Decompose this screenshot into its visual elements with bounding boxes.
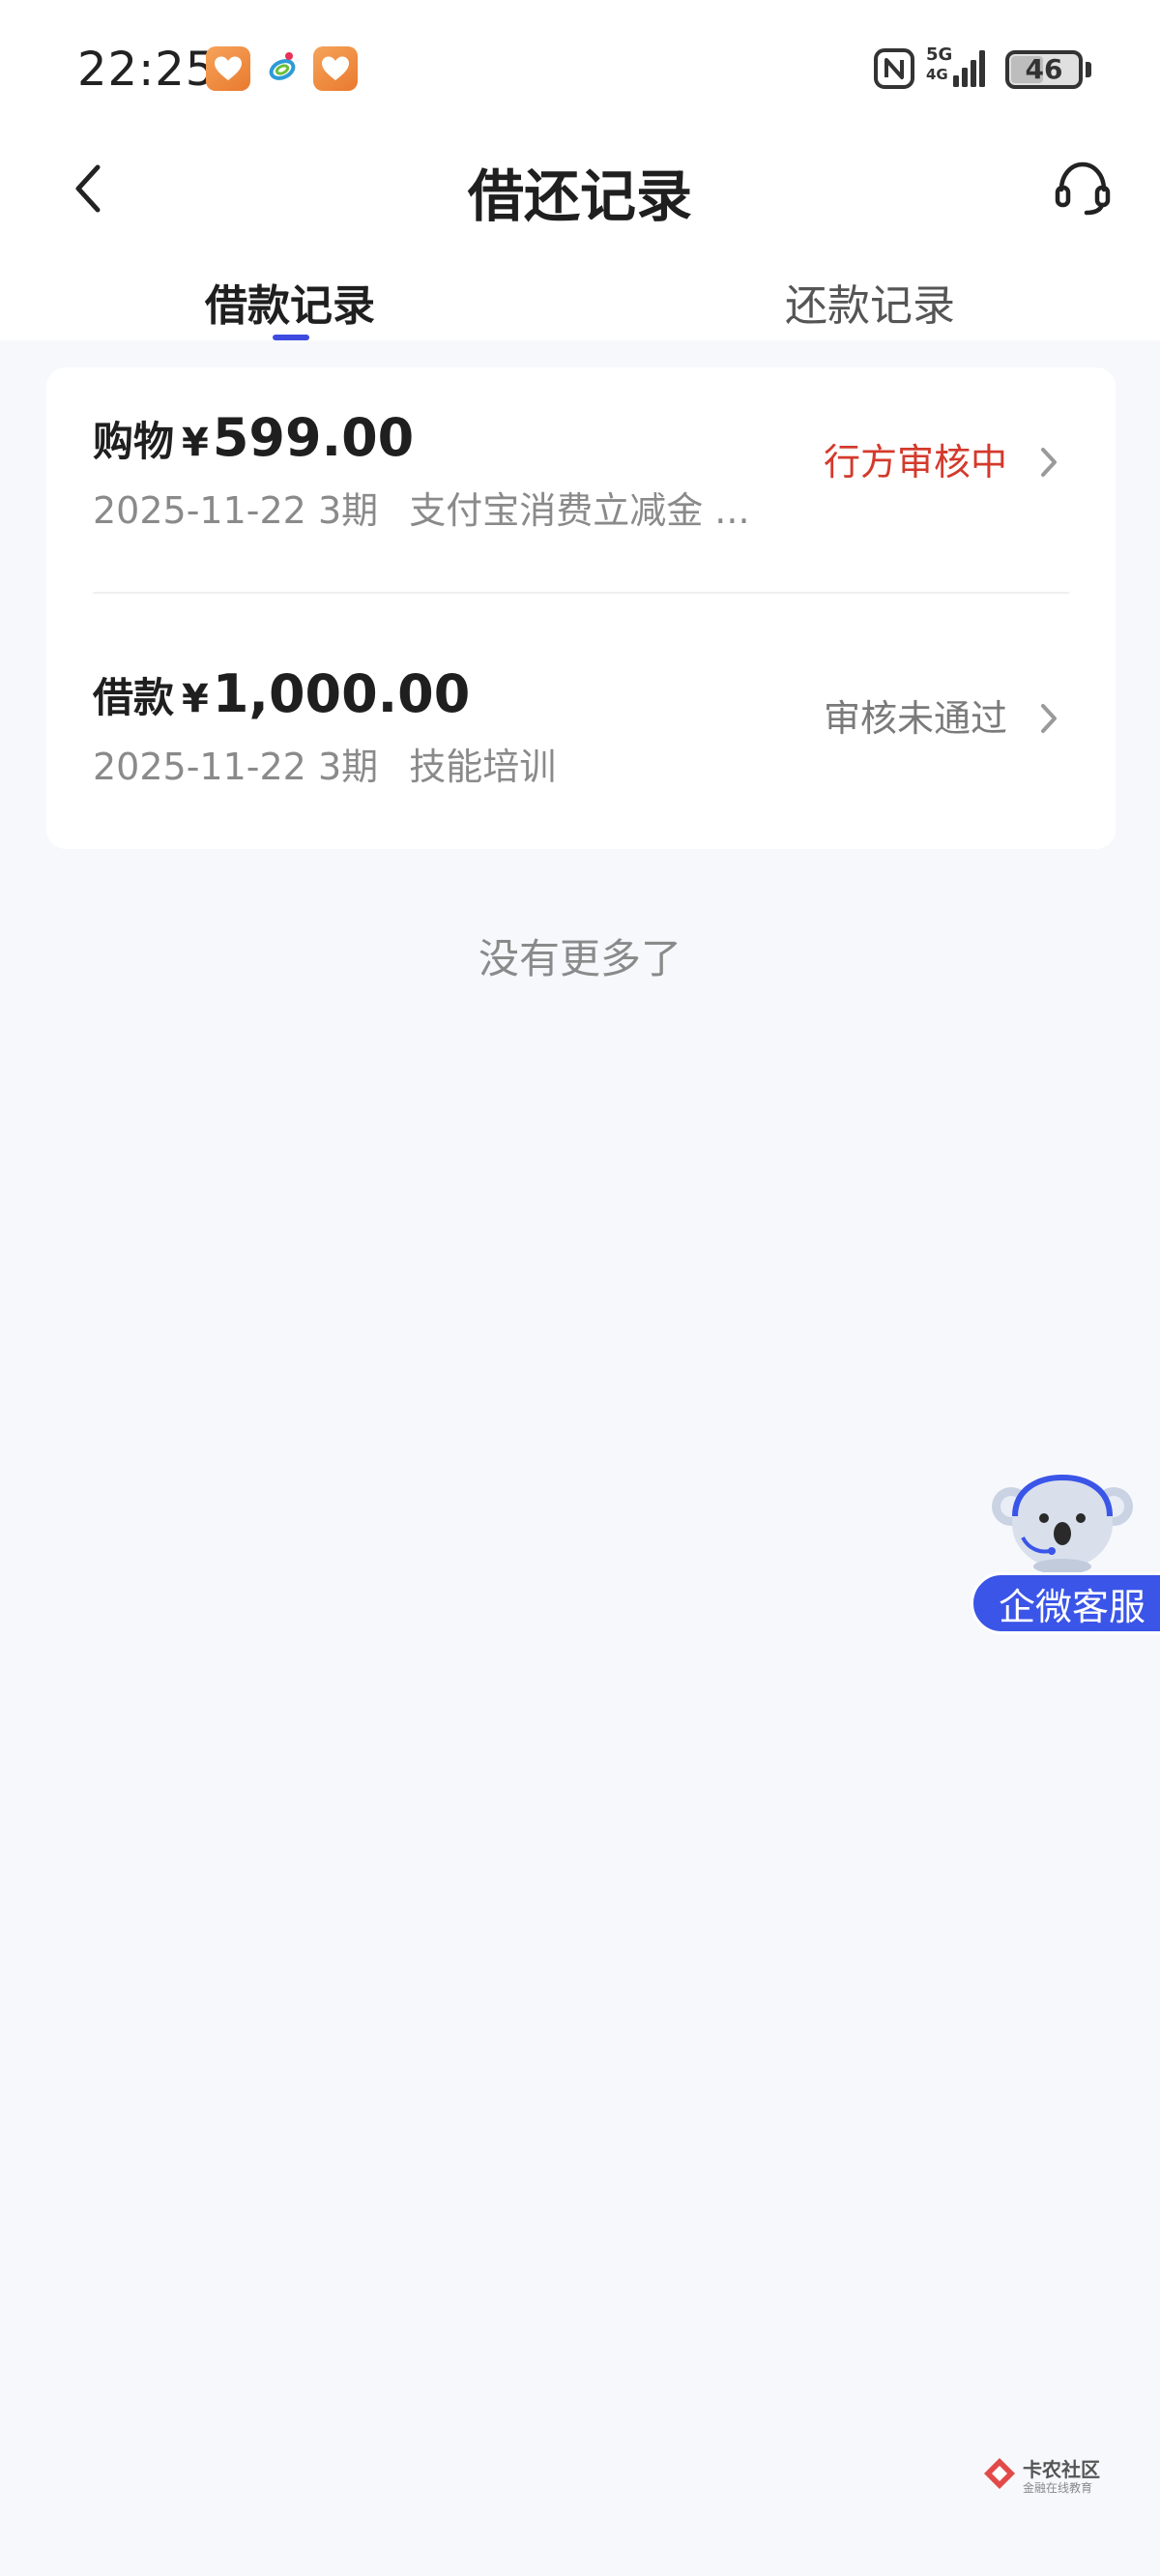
record-amount: 599.00: [212, 407, 415, 468]
battery-indicator: 46: [1005, 50, 1083, 89]
nfc-icon: [874, 48, 914, 93]
watermark: 卡农社区 金融在线教育: [982, 2452, 1127, 2501]
top-area: 22:25 5G 4G 46 借还记录 借款记录 还款记录: [0, 0, 1160, 340]
watermark-title: 卡农社区: [1023, 2458, 1100, 2481]
heart-app-icon: [313, 46, 358, 91]
record-title: 购物 ¥599.00: [93, 406, 414, 475]
list-end-text: 没有更多了: [478, 935, 682, 982]
network-type-label: 5G: [926, 44, 953, 65]
chevron-right-icon: [1038, 701, 1059, 740]
record-description: 技能培训: [409, 746, 557, 788]
wecom-service-label: 企微客服: [971, 1572, 1160, 1634]
status-bar: 22:25 5G 4G 46: [0, 37, 1160, 101]
record-periods: 3期: [317, 489, 379, 532]
record-currency: ¥: [182, 421, 209, 465]
tab-borrow-records[interactable]: 借款记录: [193, 271, 387, 333]
network-sub-label: 4G: [926, 66, 948, 83]
headset-icon: [1055, 161, 1111, 216]
active-tab-indicator: [273, 335, 309, 340]
record-type: 购物: [93, 418, 175, 465]
tab-repay-records[interactable]: 还款记录: [773, 271, 967, 333]
record-meta: 2025-11-22 3期 技能培训: [93, 742, 556, 792]
battery-level-text: 46: [1025, 53, 1063, 85]
record-meta: 2025-11-22 3期 支付宝消费立减金 ...: [93, 485, 750, 536]
record-date: 2025-11-22: [93, 746, 306, 788]
record-description: 支付宝消费立减金 ...: [409, 489, 750, 532]
record-divider: [93, 592, 1069, 594]
record-item[interactable]: 借款 ¥1,000.00 2025-11-22 3期 技能培训 审核未通过: [46, 662, 1116, 856]
record-type: 借款: [93, 674, 175, 721]
heart-app-icon: [206, 46, 250, 91]
wecom-service-button[interactable]: 企微客服: [971, 1470, 1160, 1636]
watermark-subtitle: 金融在线教育: [1023, 2481, 1093, 2495]
battery-tip: [1086, 62, 1091, 77]
customer-service-button[interactable]: [1048, 153, 1117, 222]
china-mobile-icon: [263, 48, 302, 91]
record-status: 行方审核中: [823, 441, 1007, 483]
koala-mascot-icon: [990, 1470, 1135, 1580]
kanong-logo-icon: [982, 2456, 1017, 2495]
record-periods: 3期: [317, 746, 379, 788]
record-amount: 1,000.00: [212, 663, 471, 724]
signal-strength-icon: [953, 46, 992, 93]
record-date: 2025-11-22: [93, 489, 306, 532]
record-item[interactable]: 购物 ¥599.00 2025-11-22 3期 支付宝消费立减金 ... 行方审…: [46, 406, 1116, 600]
page-title: 借还记录: [467, 163, 692, 229]
record-currency: ¥: [182, 677, 209, 721]
status-time: 22:25: [77, 43, 217, 97]
record-tabs: 借款记录 还款记录: [0, 261, 1160, 340]
record-title: 借款 ¥1,000.00: [93, 662, 470, 731]
chevron-right-icon: [1038, 445, 1059, 483]
page-header: 借还记录: [0, 135, 1160, 242]
record-list-card: 购物 ¥599.00 2025-11-22 3期 支付宝消费立减金 ... 行方审…: [46, 367, 1116, 849]
record-status: 审核未通过: [823, 697, 1007, 740]
